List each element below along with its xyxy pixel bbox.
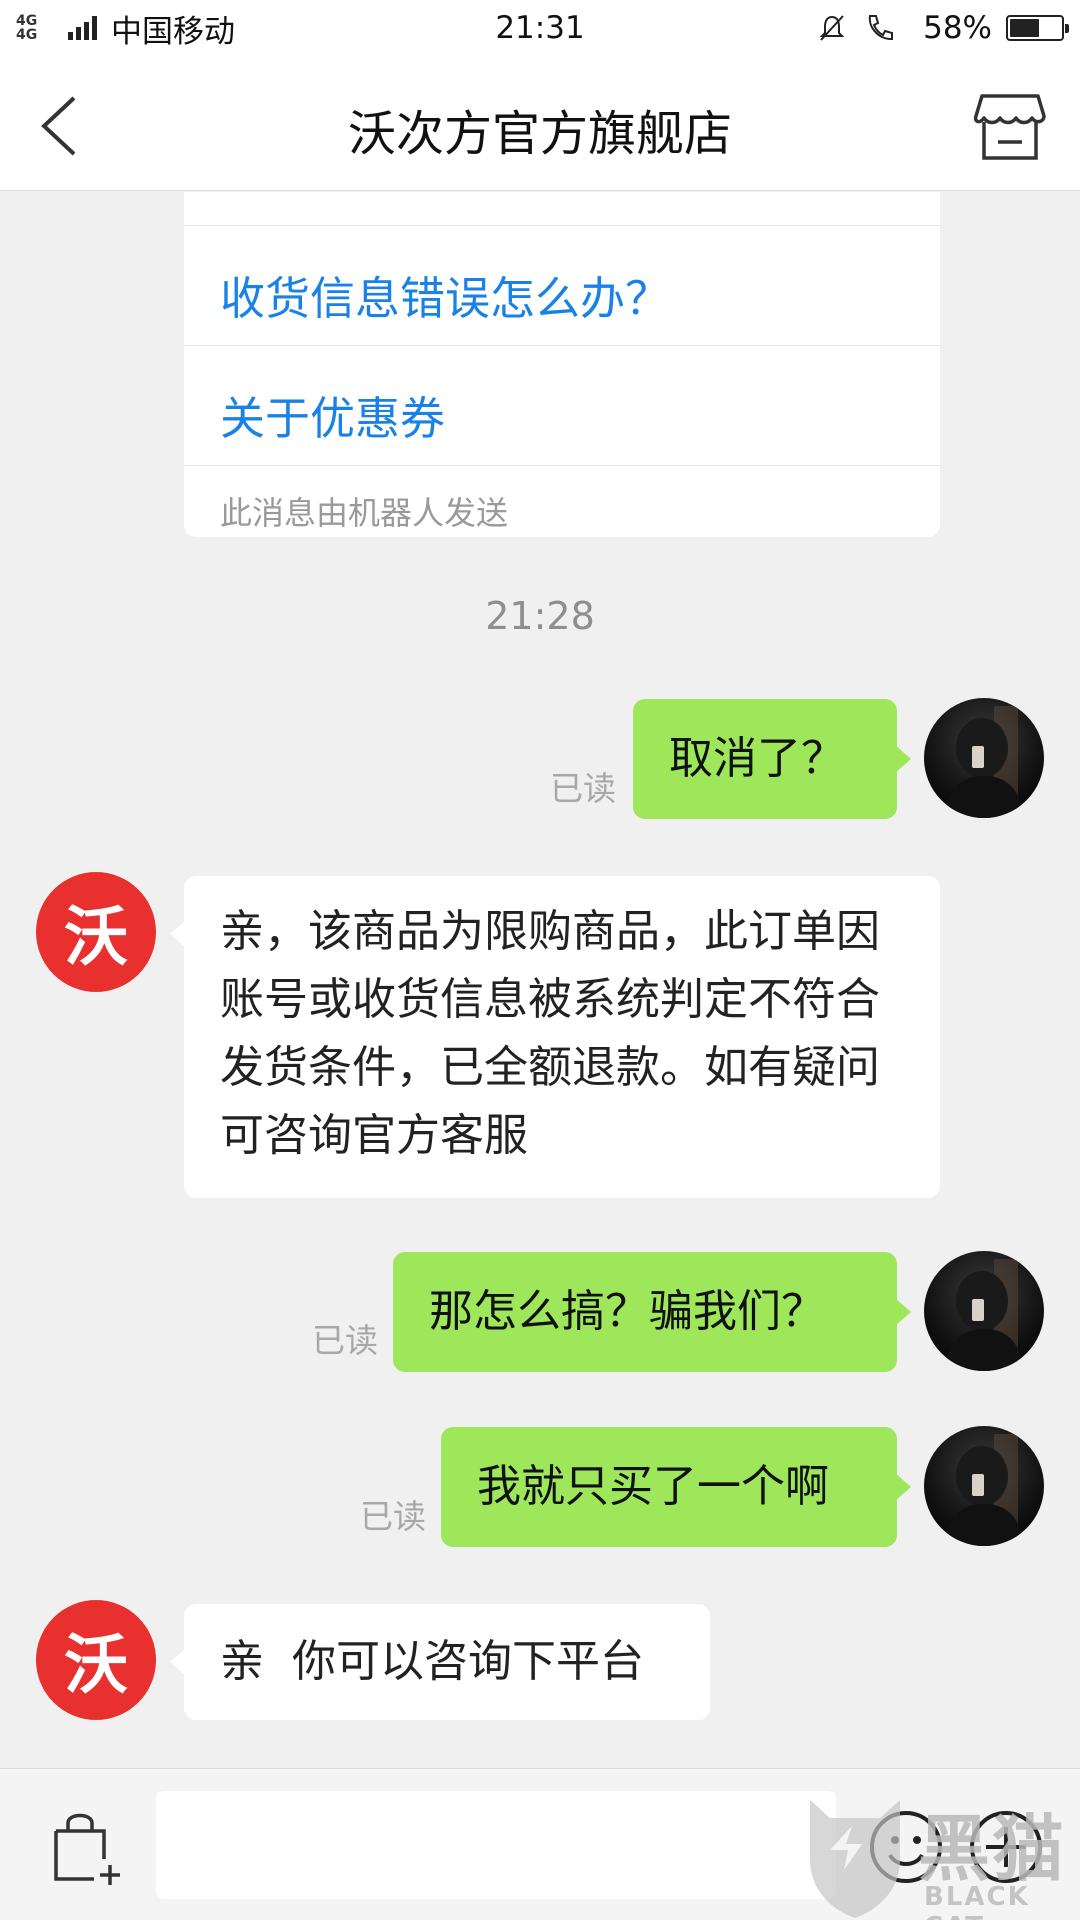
back-button[interactable] — [30, 86, 100, 166]
read-status: 已读 — [550, 769, 616, 808]
faq-link-address-error[interactable]: 收货信息错误怎么办？ — [220, 262, 670, 327]
shop-avatar[interactable]: 沃 — [36, 1600, 156, 1720]
message-bubble-received[interactable]: 亲，该商品为限购商品，此订单因账号或收货信息被系统判定不符合发货条件，已全额退款… — [170, 876, 940, 1198]
network-type: 4G 4G — [16, 13, 38, 43]
message-bubble-sent[interactable]: 我就只买了一个啊 — [441, 1427, 911, 1547]
avatar — [944, 1259, 1024, 1371]
message-text: 取消了？ — [669, 733, 845, 784]
more-button[interactable] — [966, 1807, 1046, 1887]
read-status: 已读 — [312, 1321, 378, 1360]
read-status: 已读 — [360, 1497, 426, 1536]
shop-avatar[interactable]: 沃 — [36, 872, 156, 992]
input-bar — [0, 1768, 1080, 1920]
status-bar: 4G 4G 中国移动 21:31 58% — [0, 0, 1080, 56]
avatar — [944, 1434, 1024, 1546]
smiley-icon — [870, 1811, 942, 1883]
status-left: 4G 4G 中国移动 — [16, 6, 396, 51]
divider — [184, 465, 940, 466]
shopping-bag-button[interactable] — [48, 1807, 128, 1887]
chat-header: 沃次方官方旗舰店 — [0, 56, 1080, 191]
page-title: 沃次方官方旗舰店 — [347, 106, 732, 162]
shop-logo-text: 沃 — [64, 1629, 128, 1703]
message-text: 亲 你可以咨询下平台 — [220, 1636, 644, 1687]
message-text: 我就只买了一个啊 — [477, 1461, 829, 1512]
divider — [184, 225, 940, 226]
message-bubble-sent[interactable]: 那怎么搞？骗我们？ — [393, 1252, 911, 1372]
battery-percent: 58% — [923, 10, 992, 46]
message-bubble-received[interactable]: 亲 你可以咨询下平台 — [170, 1604, 710, 1720]
user-avatar[interactable] — [924, 1251, 1044, 1371]
battery-icon — [1006, 15, 1069, 41]
user-avatar[interactable] — [924, 698, 1044, 818]
chevron-left-icon — [41, 96, 76, 156]
emoji-button[interactable] — [866, 1807, 946, 1887]
plus-circle-icon — [970, 1811, 1042, 1883]
message-text: 那怎么搞？骗我们？ — [429, 1286, 825, 1337]
bot-faq-card: 收货信息错误怎么办？ 关于优惠券 此消息由机器人发送 — [184, 192, 940, 537]
shop-logo-text: 沃 — [64, 901, 128, 975]
bot-sent-note: 此消息由机器人发送 — [220, 494, 509, 532]
store-button[interactable] — [970, 86, 1050, 166]
avatar — [944, 706, 1024, 818]
faq-link-coupon[interactable]: 关于优惠券 — [220, 382, 445, 447]
signal-icon — [68, 16, 97, 40]
message-timestamp: 21:28 — [485, 594, 595, 638]
message-bubble-sent[interactable]: 取消了？ — [633, 699, 911, 819]
user-avatar[interactable] — [924, 1426, 1044, 1546]
shopping-bag-plus-icon — [54, 1813, 120, 1885]
carrier-name: 中国移动 — [111, 13, 235, 50]
message-text: 亲，该商品为限购商品，此订单因账号或收货信息被系统判定不符合发货条件，已全额退款… — [220, 906, 880, 1161]
store-icon — [973, 94, 1046, 160]
hd-call-icon — [863, 11, 909, 45]
bell-muted-icon — [815, 11, 849, 45]
status-right: 58% — [815, 10, 1069, 46]
message-input[interactable] — [156, 1791, 836, 1899]
divider — [184, 345, 940, 346]
chat-area[interactable]: 收货信息错误怎么办？ 关于优惠券 此消息由机器人发送 21:28 已读 取消了？… — [0, 192, 1080, 1767]
